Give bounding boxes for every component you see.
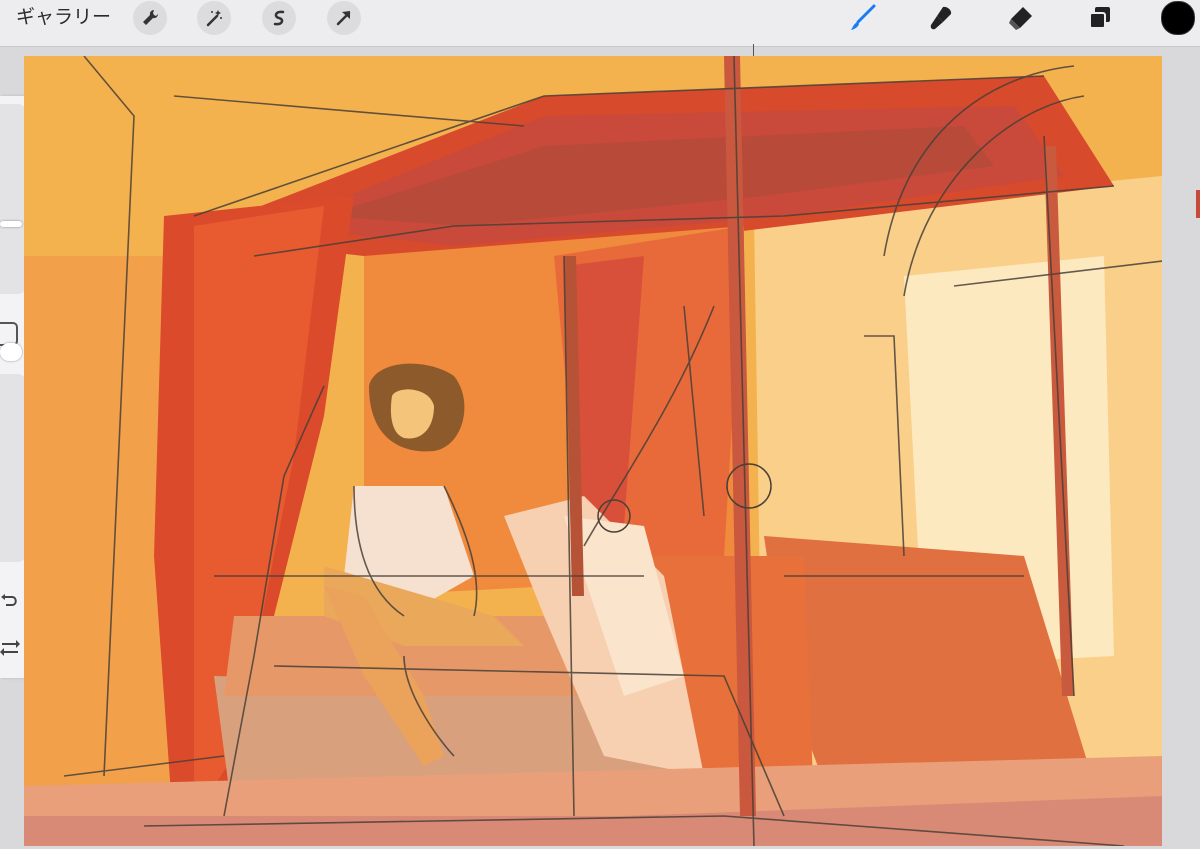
eraser-button[interactable] (1003, 1, 1037, 35)
divider-mark (753, 44, 754, 56)
smudge-button[interactable] (924, 1, 958, 35)
brush-size-slider[interactable] (0, 104, 26, 294)
brush-button[interactable] (846, 1, 880, 35)
arrow-cursor-icon (334, 8, 354, 28)
selection-s-icon (269, 8, 289, 28)
smudge-icon (927, 4, 955, 32)
wrench-icon (140, 8, 160, 28)
artwork (24, 56, 1162, 846)
color-picker-button[interactable] (1161, 1, 1195, 35)
actions-button[interactable] (133, 1, 167, 35)
opacity-slider[interactable] (0, 343, 26, 562)
edge-indicator (1196, 190, 1200, 218)
magic-wand-icon (204, 8, 224, 28)
brush-size-thumb[interactable] (0, 221, 22, 227)
drawing-canvas[interactable] (24, 56, 1162, 846)
gallery-button[interactable]: ギャラリー (16, 6, 111, 28)
layers-icon (1086, 4, 1114, 32)
opacity-thumb[interactable] (0, 343, 22, 361)
layers-button[interactable] (1083, 1, 1117, 35)
redo-icon[interactable] (0, 638, 22, 658)
brush-icon (849, 4, 877, 32)
undo-icon[interactable] (0, 591, 22, 611)
transform-button[interactable] (327, 1, 361, 35)
adjustments-button[interactable] (197, 1, 231, 35)
selection-button[interactable] (262, 1, 296, 35)
eraser-icon (1006, 4, 1034, 32)
top-toolbar: ギャラリー (0, 0, 1200, 47)
